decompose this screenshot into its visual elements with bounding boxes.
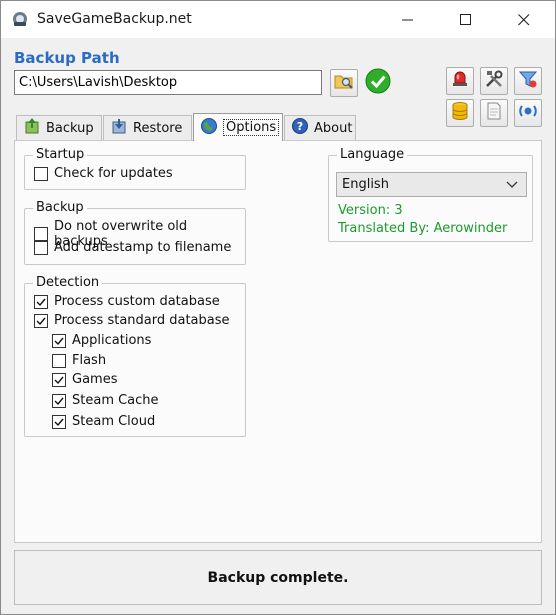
checkbox-box[interactable] [52, 353, 66, 368]
tab-about-label: About [314, 120, 353, 136]
startup-group: Startup Check for updates [24, 147, 246, 190]
flash-checkbox[interactable]: Flash [52, 353, 106, 368]
steam-cache-label: Steam Cache [72, 393, 159, 408]
tab-backup-label: Backup [46, 120, 94, 136]
checkbox-box[interactable] [34, 294, 48, 309]
backup-path-input[interactable] [14, 70, 322, 95]
close-button[interactable] [501, 1, 547, 38]
backup-path-heading: Backup Path [14, 49, 120, 67]
flash-label: Flash [72, 353, 107, 368]
status-text: Backup complete. [207, 569, 349, 586]
minimize-button[interactable] [385, 1, 431, 38]
detection-group: Detection Process custom database Proces… [24, 275, 246, 437]
backup-icon [23, 117, 41, 139]
browse-button[interactable] [330, 69, 358, 97]
check-updates-label: Check for updates [54, 166, 173, 181]
database-button[interactable] [446, 99, 474, 127]
applications-checkbox[interactable]: Applications [52, 333, 151, 348]
checkbox-box[interactable] [52, 414, 66, 429]
language-selected-value: English [342, 177, 389, 192]
tab-backup[interactable]: Backup [16, 115, 102, 140]
filter-icon [518, 69, 538, 93]
process-custom-db-checkbox[interactable]: Process custom database [34, 294, 220, 309]
sync-icon [518, 101, 538, 125]
games-checkbox[interactable]: Games [52, 372, 117, 387]
checkbox-box[interactable] [34, 166, 48, 181]
applications-label: Applications [72, 333, 152, 348]
alarm-icon [450, 69, 470, 93]
app-logo-icon [11, 10, 29, 28]
checkbox-box[interactable] [52, 333, 66, 348]
app-window: SaveGameBackup.net Backup Path C:\Users\… [0, 0, 556, 615]
check-updates-checkbox[interactable]: Check for updates [34, 166, 173, 181]
language-version: Version: 3 [338, 203, 403, 218]
datestamp-label: Add datestamp to filename [54, 240, 232, 255]
maximize-button[interactable] [443, 1, 489, 38]
restore-icon [110, 117, 128, 139]
detection-group-label: Detection [33, 275, 103, 290]
process-standard-db-checkbox[interactable]: Process standard database [34, 313, 230, 328]
chevron-down-icon [506, 179, 518, 194]
tab-restore-label: Restore [133, 120, 183, 136]
steam-cache-checkbox[interactable]: Steam Cache [52, 393, 159, 408]
window-title: SaveGameBackup.net [37, 11, 192, 27]
checkbox-box[interactable] [34, 227, 48, 241]
tab-options[interactable]: Options [193, 113, 283, 141]
games-label: Games [72, 372, 118, 387]
document-icon [484, 101, 504, 125]
database-icon [450, 101, 470, 125]
svg-text:?: ? [297, 120, 303, 133]
tab-about[interactable]: ? About [284, 115, 356, 140]
options-panel: Startup Check for updates Backup Do not … [14, 140, 542, 543]
language-select[interactable]: English [336, 172, 527, 197]
datestamp-checkbox[interactable]: Add datestamp to filename [34, 240, 231, 255]
browse-folder-icon [334, 72, 354, 94]
tab-restore[interactable]: Restore [103, 115, 192, 140]
tools-icon [484, 69, 504, 93]
help-icon: ? [291, 117, 309, 139]
alarm-button[interactable] [446, 67, 474, 95]
filter-button[interactable] [514, 67, 542, 95]
language-group: Language English Version: 3 Translated B… [328, 147, 533, 242]
language-translator: Translated By: Aerowinder [338, 221, 508, 236]
language-group-label: Language [337, 147, 408, 162]
steam-cloud-label: Steam Cloud [72, 414, 156, 429]
tools-button[interactable] [480, 67, 508, 95]
process-custom-db-label: Process custom database [54, 294, 220, 309]
tab-options-label: Options [223, 119, 280, 136]
backup-group: Backup Do not overwrite old backups Add … [24, 200, 246, 265]
sync-button[interactable] [514, 99, 542, 127]
globe-icon [200, 117, 218, 139]
checkbox-box[interactable] [34, 240, 48, 255]
checkbox-box[interactable] [52, 372, 66, 387]
confirm-button[interactable] [364, 68, 392, 98]
document-button[interactable] [480, 99, 508, 127]
confirm-check-icon [365, 68, 391, 98]
checkbox-box[interactable] [52, 393, 66, 408]
steam-cloud-checkbox[interactable]: Steam Cloud [52, 414, 155, 429]
backup-group-label: Backup [33, 200, 87, 215]
status-bar: Backup complete. [14, 550, 542, 605]
checkbox-box[interactable] [34, 313, 48, 328]
process-standard-db-label: Process standard database [54, 313, 230, 328]
title-bar[interactable]: SaveGameBackup.net [1, 1, 555, 38]
startup-group-label: Startup [33, 147, 88, 162]
